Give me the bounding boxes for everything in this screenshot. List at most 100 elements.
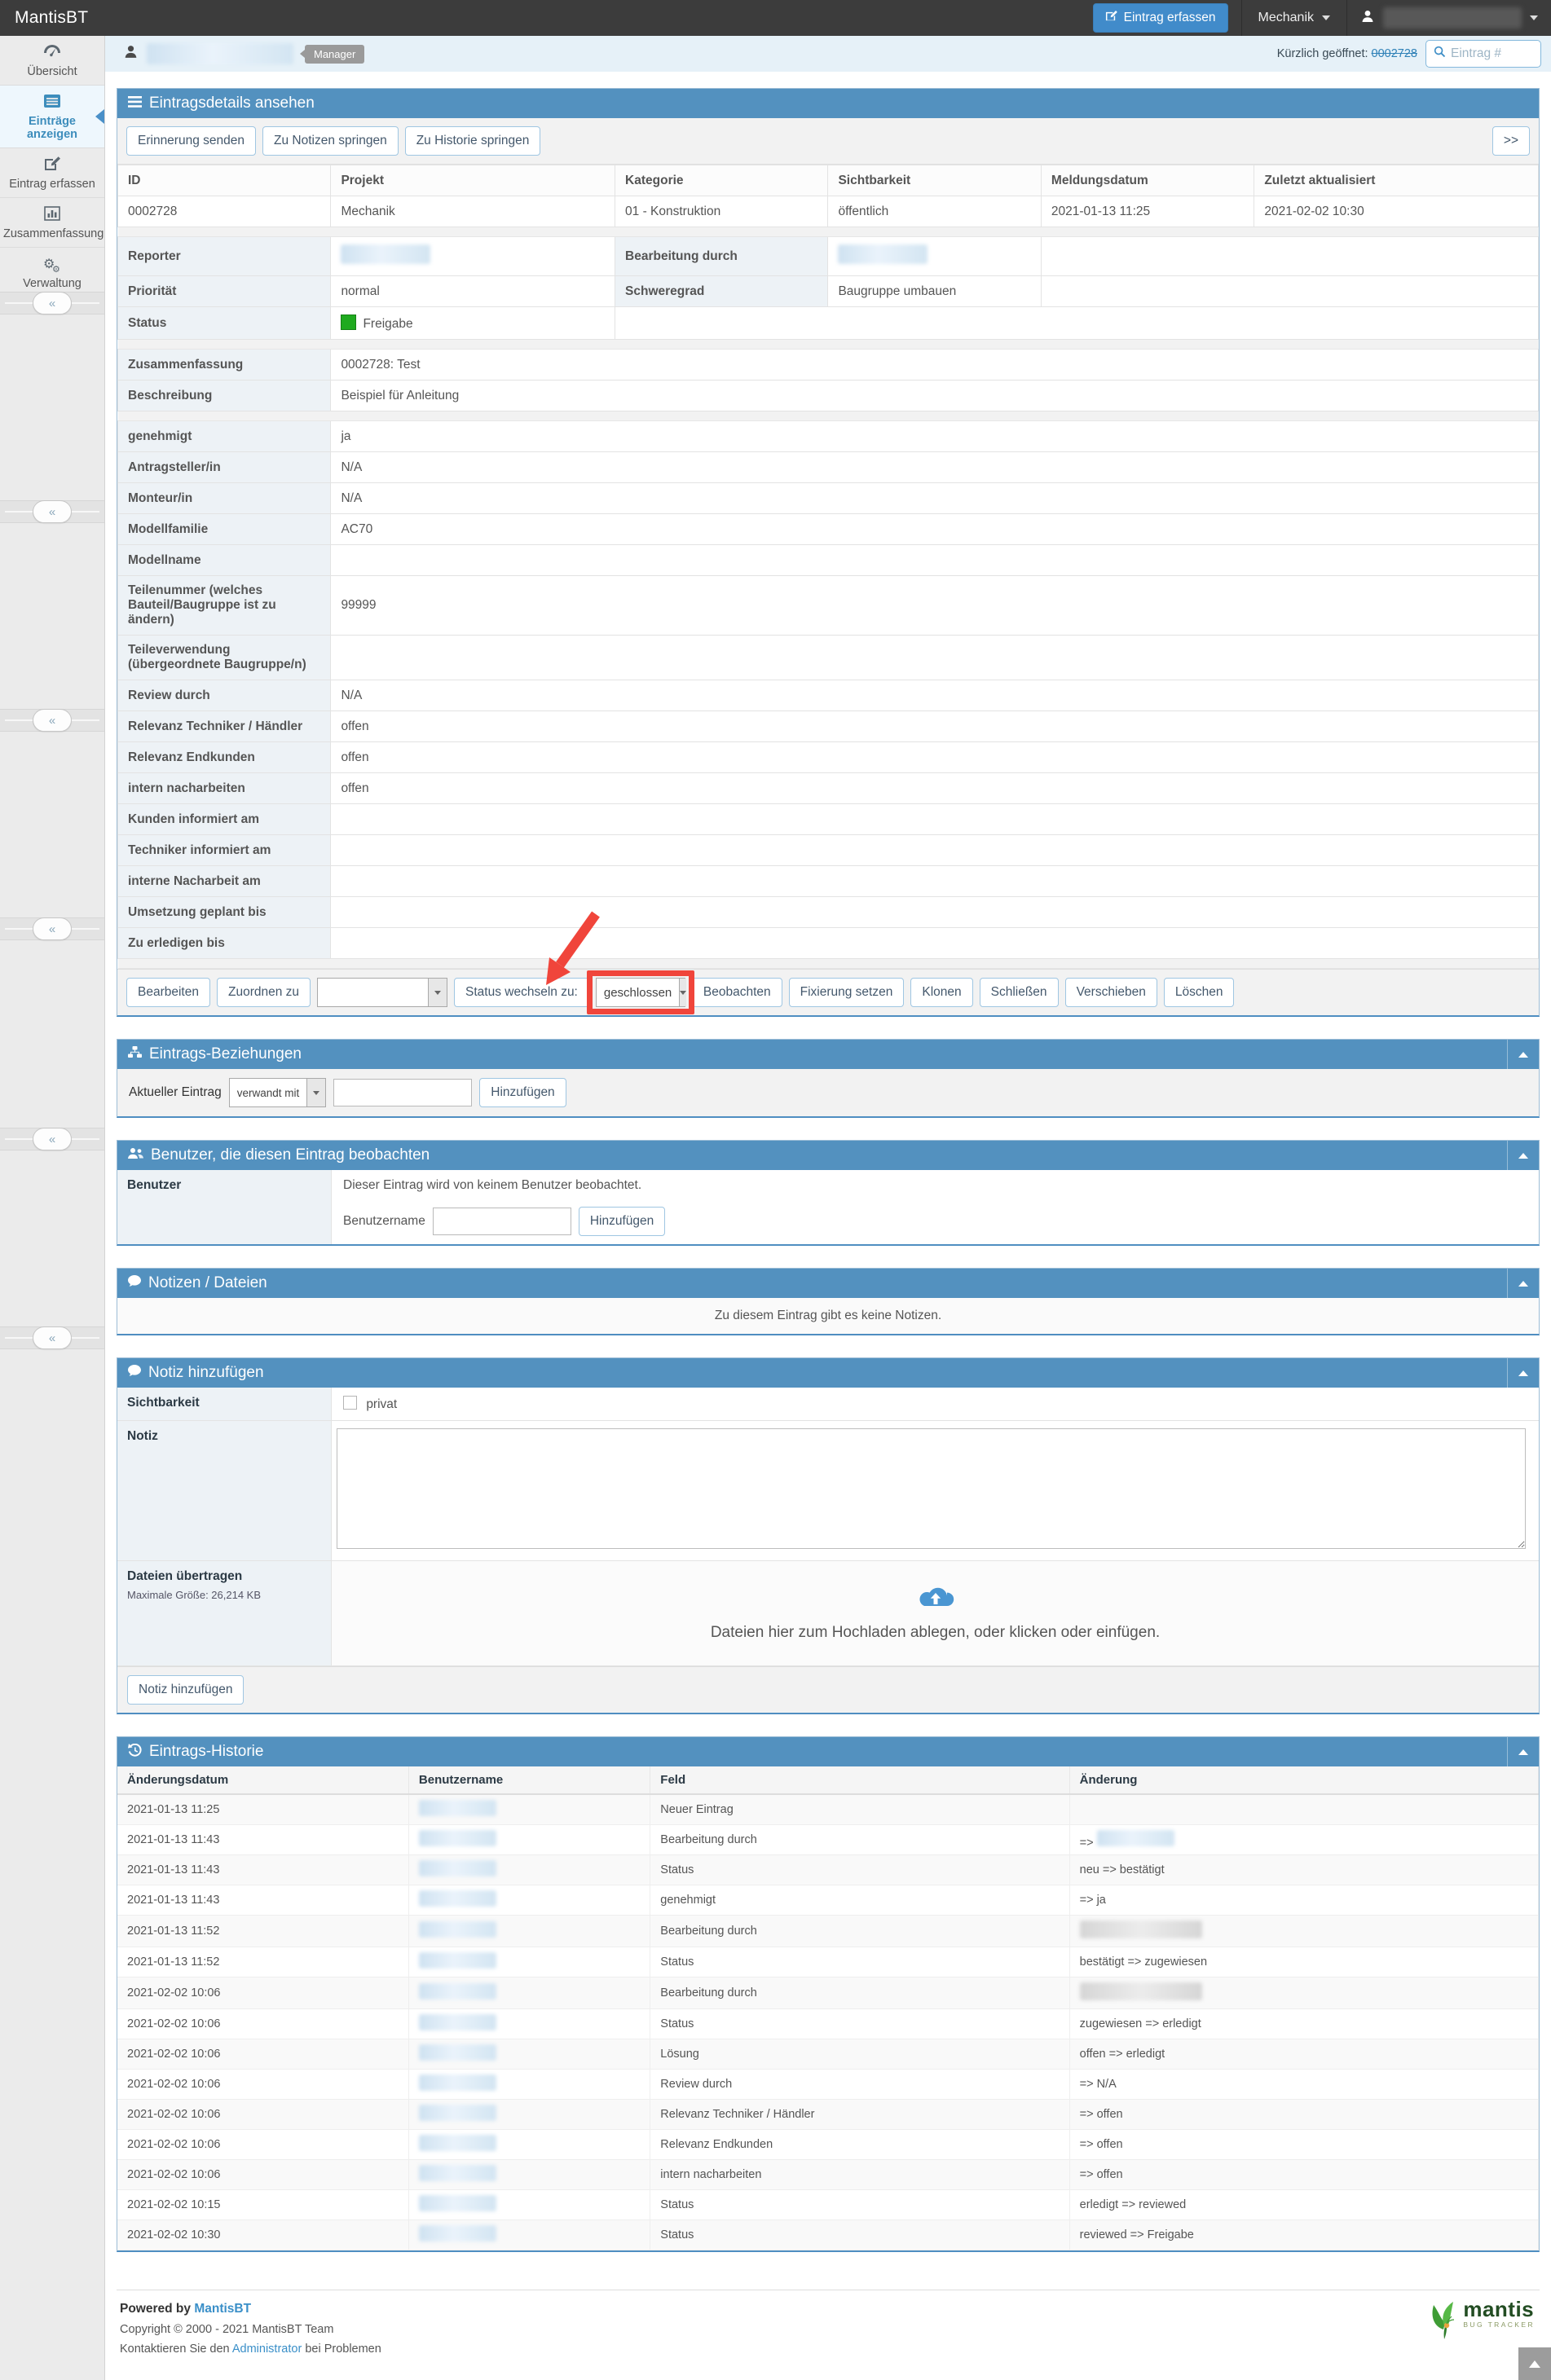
action-button[interactable]: Fixierung setzen — [788, 978, 905, 1007]
action-button[interactable]: Schließen — [979, 978, 1059, 1007]
sidebar-item-übersicht[interactable]: Übersicht — [0, 36, 104, 86]
project-selector[interactable]: Mechanik — [1242, 0, 1346, 36]
collapse-button[interactable] — [1507, 1358, 1528, 1388]
sidebar-collapse-button[interactable]: « — [33, 1326, 72, 1349]
toolbar-button[interactable]: Zu Notizen springen — [262, 126, 399, 156]
table-row — [117, 411, 1539, 421]
chart-icon — [3, 205, 101, 225]
collapse-button[interactable] — [1507, 1141, 1528, 1170]
mantis-logo-graphic — [1432, 2302, 1455, 2339]
sidebar-item-eintrag-erfassen[interactable]: Eintrag erfassen — [0, 148, 104, 198]
table-row: Monteur/in N/A — [117, 482, 1539, 514]
note-label: Notiz — [117, 1421, 332, 1560]
administrator-link[interactable]: Administrator — [232, 2343, 302, 2356]
history-field: intern nacharbeiten — [650, 2159, 1070, 2190]
top-navbar: MantisBT Eintrag erfassen Mechanik — [0, 0, 1551, 36]
relation-type-select[interactable]: verwandt mit — [228, 1078, 327, 1107]
action-button[interactable]: Verschieben — [1064, 978, 1157, 1007]
history-change: reviewed => Freigabe — [1069, 2219, 1540, 2250]
field-value: N/A — [330, 680, 1539, 711]
users-icon — [128, 1147, 143, 1164]
sidebar-divider: « — [0, 1326, 104, 1349]
history-column-header: Änderung — [1069, 1766, 1540, 1795]
max-size-label: Maximale Größe: 26,214 KB — [127, 1589, 262, 1601]
collapse-button[interactable] — [1507, 1269, 1528, 1298]
recent-issue-link[interactable]: 0002728 — [1372, 47, 1417, 60]
history-field: Status — [650, 1854, 1070, 1885]
add-note-header: Notiz hinzufügen — [117, 1358, 1539, 1388]
history-field: Neuer Eintrag — [650, 1794, 1070, 1825]
scroll-to-top-button[interactable] — [1518, 2347, 1551, 2380]
sidebar-collapse-button[interactable]: « — [33, 292, 72, 315]
field-label: genehmigt — [117, 420, 332, 452]
sidebar-collapse-button[interactable]: « — [33, 709, 72, 732]
user-menu[interactable] — [1347, 0, 1551, 36]
upload-files-label: Dateien übertragen Maximale Größe: 26,21… — [117, 1561, 332, 1665]
collapse-button[interactable] — [1507, 1040, 1528, 1069]
sidebar-collapse-button[interactable]: « — [33, 500, 72, 523]
note-textarea[interactable] — [337, 1428, 1526, 1549]
contact-admin: Kontaktieren Sie den Administrator bei P… — [120, 2343, 381, 2356]
collapse-button[interactable] — [1507, 1737, 1528, 1766]
history-user-redacted — [408, 2099, 651, 2130]
current-issue-label: Aktueller Eintrag — [129, 1085, 222, 1099]
expand-all-button[interactable]: >> — [1492, 126, 1530, 156]
add-note-widget: Notiz hinzufügen Sichtbarkeit privat Not… — [117, 1357, 1540, 1714]
field-value: AC70 — [330, 513, 1539, 545]
history-date: 2021-01-13 11:43 — [117, 1854, 409, 1885]
watcher-username-input[interactable] — [432, 1208, 571, 1235]
toolbar-button[interactable]: Zu Historie springen — [404, 126, 541, 156]
field-value: N/A — [330, 482, 1539, 514]
page-footer: Powered by MantisBT Copyright © 2000 - 2… — [117, 2290, 1540, 2380]
file-dropzone[interactable]: Dateien hier zum Hochladen ablegen, oder… — [332, 1561, 1539, 1665]
field-value: 99999 — [330, 575, 1539, 636]
edit-button[interactable]: Bearbeiten — [126, 978, 210, 1007]
status-select[interactable]: geschlossen — [595, 978, 687, 1007]
visibility-label: Sichtbarkeit — [117, 1388, 332, 1420]
change-status-button[interactable]: Status wechseln zu: — [454, 978, 589, 1007]
assign-to-button[interactable]: Zuordnen zu — [216, 978, 311, 1007]
table-row: genehmigt ja — [117, 420, 1539, 452]
field-value: 0002728: Test — [330, 349, 1539, 381]
toolbar-button[interactable]: Erinnerung senden — [126, 126, 256, 156]
submit-note-button[interactable]: Notiz hinzufügen — [127, 1675, 245, 1705]
sidebar-item-einträge-anzeigen[interactable]: Einträge anzeigen — [0, 86, 104, 148]
history-user-redacted — [408, 1885, 651, 1916]
action-button[interactable]: Klonen — [910, 978, 973, 1007]
select-arrow-icon — [306, 1079, 326, 1106]
add-watcher-button[interactable]: Hinzufügen — [578, 1207, 666, 1236]
sidebar-item-zusammenfassung[interactable]: Zusammenfassung — [0, 198, 104, 248]
history-field: Review durch — [650, 2069, 1070, 2100]
sidebar-collapse-button[interactable]: « — [33, 917, 72, 940]
user-icon — [123, 44, 139, 64]
field-label: Teileverwendung (übergeordnete Baugruppe… — [117, 635, 332, 680]
column-header: Projekt — [330, 165, 616, 196]
section-title: Notiz hinzufügen — [148, 1364, 264, 1381]
table-row: Modellname — [117, 544, 1539, 576]
table-row: Teilenummer (welches Bauteil/Baugruppe i… — [117, 575, 1539, 636]
sidebar-item-verwaltung[interactable]: ⚙ ⚙ Verwaltung — [0, 248, 104, 297]
related-issue-input[interactable] — [333, 1079, 473, 1106]
report-issue-button[interactable]: Eintrag erfassen — [1092, 3, 1228, 33]
private-checkbox[interactable] — [343, 1396, 357, 1410]
history-change: erledigt => reviewed — [1069, 2189, 1540, 2220]
field-label: Schweregrad — [615, 275, 829, 307]
user-icon — [1360, 9, 1375, 28]
action-button[interactable]: Beobachten — [691, 978, 782, 1007]
username-label: Benutzername — [343, 1214, 425, 1228]
table-row: Relevanz Endkunden offen — [117, 741, 1539, 773]
sidebar-collapse-button[interactable]: « — [33, 1128, 72, 1150]
assignee-select[interactable] — [317, 978, 448, 1007]
history-row: 2021-01-13 11:52 Status bestätigt => zugew… — [117, 1947, 1540, 1977]
issue-search-input[interactable]: Eintrag # — [1425, 40, 1541, 68]
dashboard-icon — [3, 43, 101, 63]
history-row: 2021-02-02 10:06 intern nacharbeiten => of… — [117, 2159, 1540, 2190]
sidebar-divider: « — [0, 1128, 104, 1150]
column-header: ID — [117, 165, 332, 196]
delete-button[interactable]: Löschen — [1163, 978, 1235, 1007]
table-row: Relevanz Techniker / Händler offen — [117, 710, 1539, 742]
mantisbt-link[interactable]: MantisBT — [194, 2302, 251, 2316]
field-value — [330, 834, 1539, 866]
add-relationship-button[interactable]: Hinzufügen — [479, 1078, 566, 1107]
search-placeholder: Eintrag # — [1451, 46, 1502, 60]
